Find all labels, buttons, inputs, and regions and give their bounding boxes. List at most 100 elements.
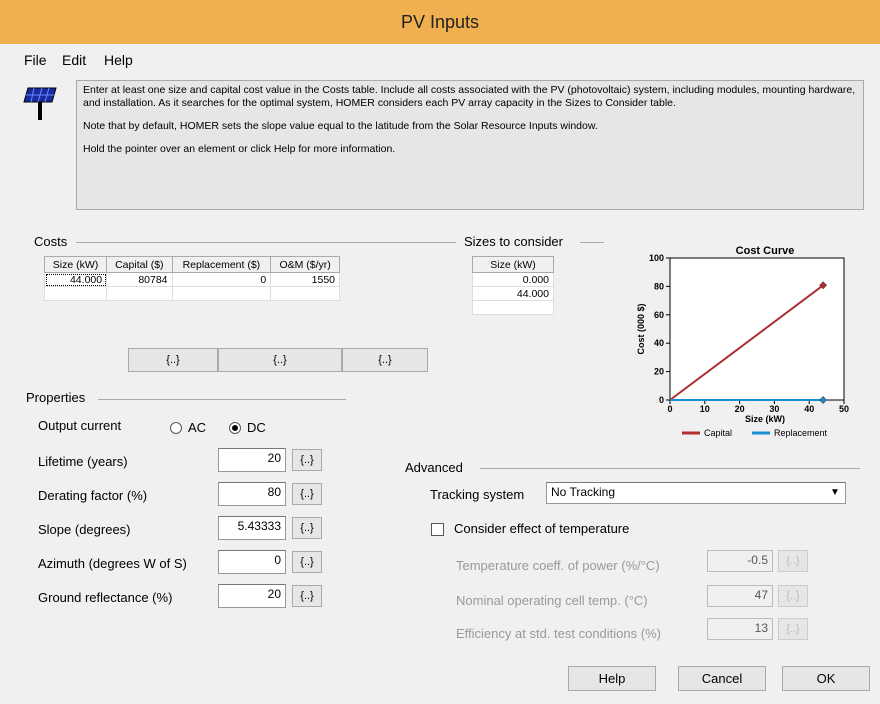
temp-coeff-sensitivity-button[interactable]: {..}: [778, 550, 808, 572]
menu-edit[interactable]: Edit: [62, 52, 86, 68]
advanced-divider: [480, 468, 860, 469]
y-tick-label: 100: [649, 253, 664, 263]
sizes-divider: [580, 242, 604, 243]
col-header-size: Size (kW): [43, 256, 108, 273]
ground-reflectance-label: Ground reflectance (%): [38, 590, 173, 605]
menu-file[interactable]: File: [24, 52, 47, 68]
col-header-om: O&M ($/yr): [270, 256, 340, 273]
output-current-label: Output current: [38, 418, 122, 433]
y-axis-label: Cost (000 $): [636, 303, 646, 354]
size-value[interactable]: 44.000: [472, 286, 554, 301]
table-row[interactable]: 44.000: [472, 286, 554, 301]
efficiency-input[interactable]: 13: [707, 618, 773, 640]
ac-radio[interactable]: [170, 422, 182, 434]
derating-input[interactable]: 80: [218, 482, 286, 506]
om-sensitivity-button[interactable]: {..}: [342, 348, 428, 372]
properties-divider: [98, 399, 346, 400]
noct-sensitivity-button[interactable]: {..}: [778, 585, 808, 607]
noct-input[interactable]: 47: [707, 585, 773, 607]
cost-curve-chart: Cost Curve 0 10 20 30 40 50 0 20 40 60 80 100 Size (k…: [636, 245, 849, 438]
size-value[interactable]: 0.000: [472, 272, 554, 287]
ground-reflectance-input[interactable]: 20: [218, 584, 286, 608]
azimuth-label: Azimuth (degrees W of S): [38, 556, 187, 571]
cell-replacement[interactable]: 0: [171, 272, 272, 287]
cell-empty[interactable]: [106, 286, 173, 301]
cancel-button[interactable]: Cancel: [678, 666, 766, 691]
help-button[interactable]: Help: [568, 666, 656, 691]
cell-empty[interactable]: [43, 286, 108, 301]
legend-label-capital: Capital: [704, 428, 732, 438]
advanced-label: Advanced: [405, 460, 463, 475]
temperature-checkbox-label[interactable]: Consider effect of temperature: [454, 521, 629, 536]
table-row[interactable]: [43, 286, 340, 301]
slope-sensitivity-button[interactable]: {..}: [292, 517, 322, 539]
cell-om[interactable]: 1550: [270, 272, 340, 287]
replacement-sensitivity-button[interactable]: {..}: [218, 348, 342, 372]
temp-coeff-label: Temperature coeff. of power (%/°C): [456, 558, 660, 573]
cell-empty[interactable]: [270, 286, 340, 301]
info-box: Enter at least one size and capital cost…: [76, 80, 864, 210]
ac-label: AC: [188, 420, 207, 435]
y-tick-label: 0: [659, 395, 664, 405]
y-tick-label: 40: [654, 338, 664, 348]
info-text-1: Enter at least one size and capital cost…: [83, 84, 856, 109]
noct-label: Nominal operating cell temp. (°C): [456, 593, 648, 608]
sizes-table[interactable]: Size (kW) 0.000 44.000: [472, 256, 554, 315]
efficiency-sensitivity-button[interactable]: {..}: [778, 618, 808, 640]
capital-sensitivity-button[interactable]: {..}: [128, 348, 218, 372]
cell-capital[interactable]: 80784: [106, 272, 173, 287]
plot-area: [669, 257, 845, 401]
x-tick-label: 0: [667, 404, 672, 414]
info-text-3: Hold the pointer over an element or clic…: [83, 143, 396, 155]
table-row[interactable]: 0.000: [472, 272, 554, 287]
tracking-label: Tracking system: [430, 487, 525, 502]
derating-label: Derating factor (%): [38, 488, 148, 503]
col-header-capital: Capital ($): [106, 256, 173, 273]
tracking-value: No Tracking: [551, 485, 616, 499]
y-tick-label: 60: [654, 310, 664, 320]
cell-size[interactable]: 44.000: [43, 272, 108, 287]
chevron-down-icon[interactable]: ▼: [825, 483, 845, 503]
slope-input[interactable]: 5.43333: [218, 516, 286, 540]
sizes-col-header: Size (kW): [472, 256, 554, 273]
dc-radio[interactable]: [229, 422, 241, 434]
solar-panel-icon: [23, 87, 57, 120]
col-header-replacement: Replacement ($): [171, 256, 272, 273]
lifetime-sensitivity-button[interactable]: {..}: [292, 449, 322, 471]
window-title: PV Inputs: [400, 12, 480, 32]
menu-help[interactable]: Help: [104, 52, 133, 68]
cell-empty[interactable]: [472, 300, 554, 315]
costs-table[interactable]: Size (kW) Capital ($) Replacement ($) O&…: [43, 256, 340, 301]
lifetime-input[interactable]: 20: [218, 448, 286, 472]
chart-title: Cost Curve: [736, 245, 795, 257]
properties-label: Properties: [26, 390, 86, 405]
y-tick-label: 20: [654, 367, 664, 377]
azimuth-input[interactable]: 0: [218, 550, 286, 574]
x-tick-label: 20: [735, 404, 745, 414]
cell-empty[interactable]: [171, 286, 272, 301]
x-tick-label: 50: [839, 404, 849, 414]
info-text-2: Note that by default, HOMER sets the slo…: [83, 120, 598, 132]
sizes-label: Sizes to consider: [464, 234, 563, 249]
table-row[interactable]: 44.000 80784 0 1550: [43, 272, 340, 287]
title-bar: PV Inputs: [0, 0, 880, 44]
dc-label: DC: [247, 420, 266, 435]
azimuth-sensitivity-button[interactable]: {..}: [292, 551, 322, 573]
x-axis-label: Size (kW): [745, 414, 785, 424]
x-tick-label: 10: [700, 404, 710, 414]
derating-sensitivity-button[interactable]: {..}: [292, 483, 322, 505]
efficiency-label: Efficiency at std. test conditions (%): [456, 626, 661, 641]
slope-label: Slope (degrees): [38, 522, 131, 537]
temp-coeff-input[interactable]: -0.5: [707, 550, 773, 572]
tracking-select[interactable]: No Tracking ▼: [546, 482, 846, 504]
ground-reflectance-sensitivity-button[interactable]: {..}: [292, 585, 322, 607]
temperature-checkbox[interactable]: [431, 523, 444, 536]
ok-button[interactable]: OK: [782, 666, 870, 691]
sizes-header-row: Size (kW): [472, 256, 554, 273]
costs-divider: [76, 242, 456, 243]
table-row[interactable]: [472, 300, 554, 315]
x-tick-label: 40: [804, 404, 814, 414]
costs-label: Costs: [34, 234, 68, 249]
y-tick-label: 80: [654, 281, 664, 291]
x-tick-label: 30: [769, 404, 779, 414]
